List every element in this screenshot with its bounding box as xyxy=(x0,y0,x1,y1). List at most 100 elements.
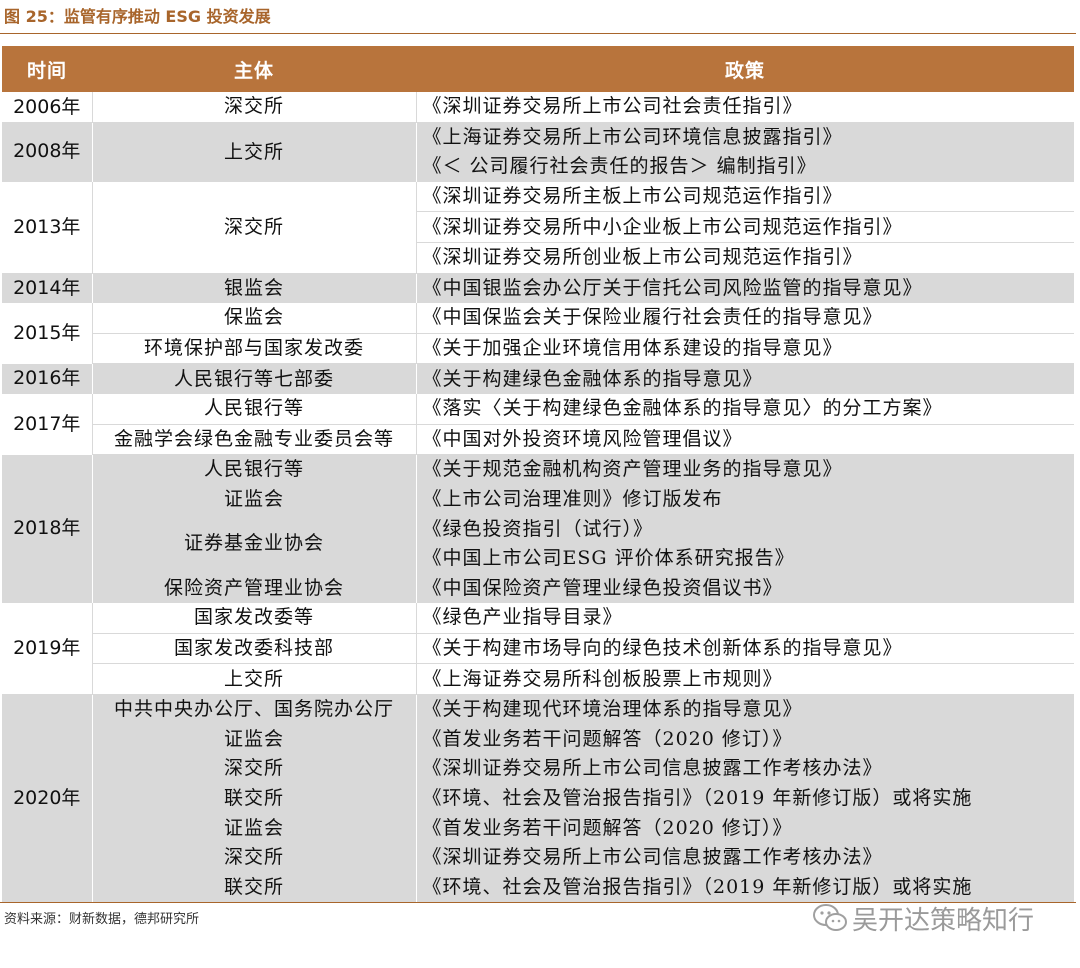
wechat-icon xyxy=(813,904,847,931)
year-cell: 2018年 xyxy=(2,454,93,604)
year-group-2020: 2020年 中共中央办公厅、国务院办公厅 《关于构建现代环境治理体系的指导意见》… xyxy=(2,694,1074,903)
table-row: 上交所 《上海证券交易所科创板股票上市规则》 xyxy=(2,663,1074,695)
table-row: 深交所 《深圳证券交易所上市公司信息披露工作考核办法》 xyxy=(2,754,1074,784)
table-row: 2018年 人民银行等 《关于规范金融机构资产管理业务的指导意见》 xyxy=(2,454,1074,604)
year-cell: 2008年 xyxy=(2,122,93,182)
year-cell: 2006年 xyxy=(2,92,93,123)
policy-cell: 《上海证券交易所上市公司环境信息披露指引》 xyxy=(422,125,843,148)
policy-cell: 《中国银监会办公厅关于信托公司风险监管的指导意见》 xyxy=(422,276,923,299)
policy-cell: 《深圳证券交易所上市公司社会责任指引》 xyxy=(416,92,1074,123)
entity-cell: 证券基金业协会 xyxy=(92,514,417,574)
policy-cell: 《环境、社会及管治报告指引》（2019 年新修订版）或将实施 xyxy=(422,786,973,809)
entity-cell: 上交所 xyxy=(92,663,417,695)
year-cell: 2013年 xyxy=(2,181,93,274)
entity-cell: 中共中央办公厅、国务院办公厅 xyxy=(92,694,417,725)
entity-cell: 金融学会绿色金融专业委员会等 xyxy=(92,424,417,456)
entity-cell: 国家发改委等 xyxy=(92,603,417,634)
title-divider xyxy=(0,33,1076,34)
table-row: 2016年 人民银行等七部委 《关于构建绿色金融体系的指导意见》 xyxy=(2,363,1074,394)
policy-cell: 《中国对外投资环境风险管理倡议》 xyxy=(416,424,1074,456)
year-group-2018: 2018年 人民银行等 《关于规范金融机构资产管理业务的指导意见》 证监会 《上… xyxy=(2,454,1074,604)
entity-cell: 联交所 xyxy=(92,783,417,814)
table-row: 2020年 中共中央办公厅、国务院办公厅 《关于构建现代环境治理体系的指导意见》 xyxy=(2,694,1074,903)
policy-cell: 《中国保监会关于保险业履行社会责任的指导意见》 xyxy=(416,303,1074,334)
entity-cell: 联交所 xyxy=(92,872,417,903)
policy-cell: 《关于构建市场导向的绿色技术创新体系的指导意见》 xyxy=(416,633,1074,665)
watermark: 吴开达策略知行 xyxy=(812,898,1034,938)
policy-cell: 《深圳证券交易所主板上市公司规范运作指引》 xyxy=(416,181,1074,213)
year-cell: 2016年 xyxy=(2,363,93,394)
entity-cell: 证监会 xyxy=(92,484,417,515)
policy-cell: 《绿色产业指导目录》 xyxy=(416,603,1074,634)
year-group-2008: 2008年 上交所 《上海证券交易所上市公司环境信息披露指引》 《＜ 公司履行社… xyxy=(2,122,1074,182)
policy-cell: 《中国上市公司ESG 评价体系研究报告》 xyxy=(422,547,795,570)
policy-cell: 《深圳证券交易所上市公司信息披露工作考核办法》 xyxy=(422,846,883,869)
header-entity: 主体 xyxy=(92,46,416,92)
entity-cell: 深交所 xyxy=(92,181,417,274)
entity-cell: 人民银行等七部委 xyxy=(92,363,417,394)
entity-cell: 环境保护部与国家发改委 xyxy=(92,333,417,365)
policy-cell: 《关于构建绿色金融体系的指导意见》 xyxy=(422,367,763,390)
policy-cell: 《上海证券交易所科创板股票上市规则》 xyxy=(416,663,1074,695)
entity-cell: 人民银行等 xyxy=(92,454,417,485)
table-row: 联交所 《环境、社会及管治报告指引》（2019 年新修订版）或将实施 xyxy=(2,783,1074,814)
entity-cell: 保监会 xyxy=(92,303,417,334)
year-group-2014: 2014年 银监会 《中国银监会办公厅关于信托公司风险监管的指导意见》 xyxy=(2,273,1074,304)
table-row: 国家发改委科技部 《关于构建市场导向的绿色技术创新体系的指导意见》 xyxy=(2,633,1074,665)
entity-cell: 深交所 xyxy=(92,754,417,784)
policy-table: 时间 主体 政策 2006年 深交所 《深圳证券交易所上市公司社会责任指引》 2… xyxy=(2,46,1074,903)
entity-cell: 国家发改委科技部 xyxy=(92,633,417,665)
entity-cell: 证监会 xyxy=(92,813,417,843)
year-group-2019: 2019年 国家发改委等 《绿色产业指导目录》 国家发改委科技部 《关于构建市场… xyxy=(2,603,1074,695)
policy-cell: 《上市公司治理准则》修订版发布 xyxy=(422,488,723,511)
year-cell: 2015年 xyxy=(2,303,93,364)
table-row: 2015年 保监会 《中国保监会关于保险业履行社会责任的指导意见》 xyxy=(2,303,1074,364)
source-note: 资料来源：财新数据，德邦研究所 xyxy=(4,912,200,927)
year-group-2015: 2015年 保监会 《中国保监会关于保险业履行社会责任的指导意见》 环境保护部与… xyxy=(2,303,1074,365)
year-group-2016: 2016年 人民银行等七部委 《关于构建绿色金融体系的指导意见》 xyxy=(2,363,1074,394)
policy-cell: 《深圳证券交易所创业板上市公司规范运作指引》 xyxy=(416,242,1074,274)
watermark-text: 吴开达策略知行 xyxy=(852,905,1035,936)
policy-cell: 《关于规范金融机构资产管理业务的指导意见》 xyxy=(422,458,843,481)
table-row: 证券基金业协会 《绿色投资指引（试行）》 xyxy=(2,514,1074,574)
policy-cell: 《深圳证券交易所上市公司信息披露工作考核办法》 xyxy=(422,757,883,780)
table-row: 2008年 上交所 《上海证券交易所上市公司环境信息披露指引》 xyxy=(2,122,1074,182)
policy-cell: 《落实〈关于构建绿色金融体系的指导意见〉的分工方案》 xyxy=(416,393,1074,425)
year-cell: 2020年 xyxy=(2,694,93,903)
table-row: 深交所 《深圳证券交易所上市公司信息披露工作考核办法》 xyxy=(2,842,1074,873)
header-policy: 政策 xyxy=(416,46,1074,92)
table-row: 2017年 人民银行等 《落实〈关于构建绿色金融体系的指导意见〉的分工方案》 xyxy=(2,393,1074,455)
table-row: 金融学会绿色金融专业委员会等 《中国对外投资环境风险管理倡议》 xyxy=(2,424,1074,456)
year-group-2017: 2017年 人民银行等 《落实〈关于构建绿色金融体系的指导意见〉的分工方案》 金… xyxy=(2,393,1074,456)
table-row: 保险资产管理业协会 《中国保险资产管理业绿色投资倡议书》 xyxy=(2,573,1074,604)
policy-cell: 《首发业务若干问题解答（2020 修订）》 xyxy=(422,816,793,839)
table-row: 环境保护部与国家发改委 《关于加强企业环境信用体系建设的指导意见》 xyxy=(2,333,1074,365)
figure-title: 图 25：监管有序推动 ESG 投资发展 xyxy=(4,7,271,26)
policy-cell: 《深圳证券交易所中小企业板上市公司规范运作指引》 xyxy=(416,211,1074,243)
table-row: 证监会 《首发业务若干问题解答（2020 修订）》 xyxy=(2,813,1074,843)
table-row: 证监会 《首发业务若干问题解答（2020 修订）》 xyxy=(2,724,1074,755)
year-cell: 2019年 xyxy=(2,603,93,695)
table-header: 时间 主体 政策 xyxy=(2,46,1074,92)
entity-cell: 人民银行等 xyxy=(92,393,417,425)
year-group-2013: 2013年 深交所 《深圳证券交易所主板上市公司规范运作指引》 《深圳证券交易所… xyxy=(2,181,1074,274)
entity-cell: 深交所 xyxy=(92,92,417,123)
policy-cell: 《中国保险资产管理业绿色投资倡议书》 xyxy=(422,576,783,599)
entity-cell: 保险资产管理业协会 xyxy=(92,573,417,604)
policy-cell: 《＜ 公司履行社会责任的报告＞ 编制指引》 xyxy=(422,155,817,178)
year-group-2006: 2006年 深交所 《深圳证券交易所上市公司社会责任指引》 xyxy=(2,92,1074,123)
table-row: 证监会 《上市公司治理准则》修订版发布 xyxy=(2,484,1074,515)
entity-cell: 银监会 xyxy=(92,273,417,304)
policy-cell: 《绿色投资指引（试行）》 xyxy=(422,517,654,540)
policy-cell: 《首发业务若干问题解答（2020 修订）》 xyxy=(422,727,793,750)
year-cell: 2017年 xyxy=(2,393,93,455)
table-row: 2006年 深交所 《深圳证券交易所上市公司社会责任指引》 xyxy=(2,92,1074,123)
entity-cell: 证监会 xyxy=(92,724,417,755)
table-row: 2014年 银监会 《中国银监会办公厅关于信托公司风险监管的指导意见》 xyxy=(2,273,1074,304)
table-row: 2013年 深交所 《深圳证券交易所主板上市公司规范运作指引》 xyxy=(2,181,1074,274)
table-row: 2019年 国家发改委等 《绿色产业指导目录》 xyxy=(2,603,1074,695)
header-time: 时间 xyxy=(2,46,92,92)
year-cell: 2014年 xyxy=(2,273,93,304)
entity-cell: 深交所 xyxy=(92,842,417,873)
entity-cell: 上交所 xyxy=(92,122,417,182)
